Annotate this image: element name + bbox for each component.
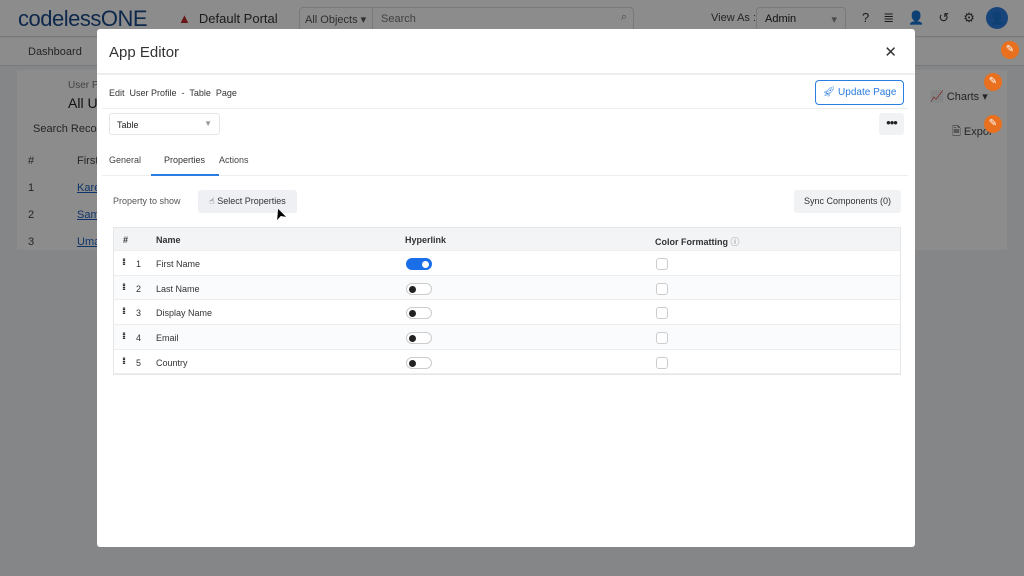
property-to-show-label: Property to show: [113, 196, 181, 206]
modal-title: App Editor: [109, 44, 180, 61]
more-options-button[interactable]: •••: [879, 113, 904, 135]
chevron-down-icon: ▼: [204, 119, 212, 128]
edit-pencil-icon[interactable]: ✎: [1001, 41, 1019, 59]
color-formatting-checkbox[interactable]: [656, 258, 668, 270]
table-row: ⁞⁞ 2 Last Name: [114, 275, 900, 301]
update-page-label: Update Page: [838, 87, 897, 98]
tab-bar: General Properties Actions: [102, 147, 908, 176]
close-icon[interactable]: ✕: [884, 43, 897, 61]
header-color-formatting: Color Formatting ⓘ: [655, 235, 740, 248]
app-editor-modal: App Editor ✕ Edit User Profile - Table Pa…: [97, 29, 915, 547]
breadcrumb: Edit User Profile - Table Page: [109, 88, 237, 98]
component-select[interactable]: Table ▼: [109, 113, 220, 135]
hyperlink-toggle[interactable]: [406, 356, 432, 369]
row-number: 1: [136, 259, 142, 269]
sync-components-button[interactable]: Sync Components (0): [794, 190, 901, 213]
tab-properties[interactable]: Properties: [151, 155, 220, 176]
row-name: Display Name: [156, 308, 213, 319]
row-number: 5: [136, 357, 142, 368]
drag-handle-icon[interactable]: ⁞⁞: [122, 282, 126, 292]
table-row: ⁞⁞ 5 Country: [114, 350, 900, 375]
drag-handle-icon[interactable]: ⁞⁞: [122, 257, 126, 267]
hyperlink-toggle[interactable]: [406, 258, 432, 270]
color-formatting-checkbox[interactable]: [656, 332, 668, 345]
edit-pencil-icon[interactable]: ✎: [984, 115, 1002, 133]
header-name: Name: [156, 235, 181, 245]
tab-general[interactable]: General: [109, 155, 141, 165]
table-row: ⁞⁞ 3 Display Name: [114, 300, 900, 326]
table-row: ⁞⁞ 4 Email: [114, 325, 900, 350]
row-number: 3: [136, 308, 142, 319]
color-formatting-checkbox[interactable]: [656, 356, 668, 369]
drag-handle-icon[interactable]: ⁞⁞: [122, 331, 126, 341]
properties-table: # Name Hyperlink Color Formatting ⓘ ⁞⁞ 1…: [113, 227, 901, 376]
edit-pencil-icon[interactable]: ✎: [984, 73, 1002, 91]
component-select-value: Table: [117, 120, 139, 130]
header-hash: #: [123, 235, 129, 245]
table-row: ⁞⁞ 1 First Name: [114, 251, 900, 276]
table-header: # Name Hyperlink Color Formatting ⓘ: [114, 228, 900, 251]
hyperlink-toggle[interactable]: [406, 307, 432, 320]
row-name: Country: [156, 357, 188, 368]
tab-actions[interactable]: Actions: [219, 155, 249, 165]
select-properties-label: Select Properties: [217, 196, 286, 206]
hyperlink-toggle[interactable]: [406, 332, 432, 345]
divider: [102, 108, 908, 109]
header-hyperlink: Hyperlink: [405, 235, 447, 245]
drag-handle-icon[interactable]: ⁞⁞: [122, 356, 126, 366]
drag-handle-icon[interactable]: ⁞⁞: [122, 306, 126, 316]
row-name: Last Name: [156, 283, 200, 294]
color-formatting-checkbox[interactable]: [656, 282, 668, 295]
info-icon[interactable]: ⓘ: [731, 237, 740, 247]
row-number: 2: [136, 283, 142, 294]
header-color-formatting-label: Color Formatting: [655, 237, 728, 247]
update-page-button[interactable]: 🚀︎ Update Page: [815, 80, 904, 105]
hyperlink-toggle[interactable]: [406, 282, 432, 295]
row-name: Email: [156, 333, 179, 344]
row-number: 4: [136, 333, 142, 344]
rocket-icon: 🚀︎: [822, 87, 839, 98]
color-formatting-checkbox[interactable]: [656, 307, 668, 320]
row-name: First Name: [156, 259, 201, 269]
